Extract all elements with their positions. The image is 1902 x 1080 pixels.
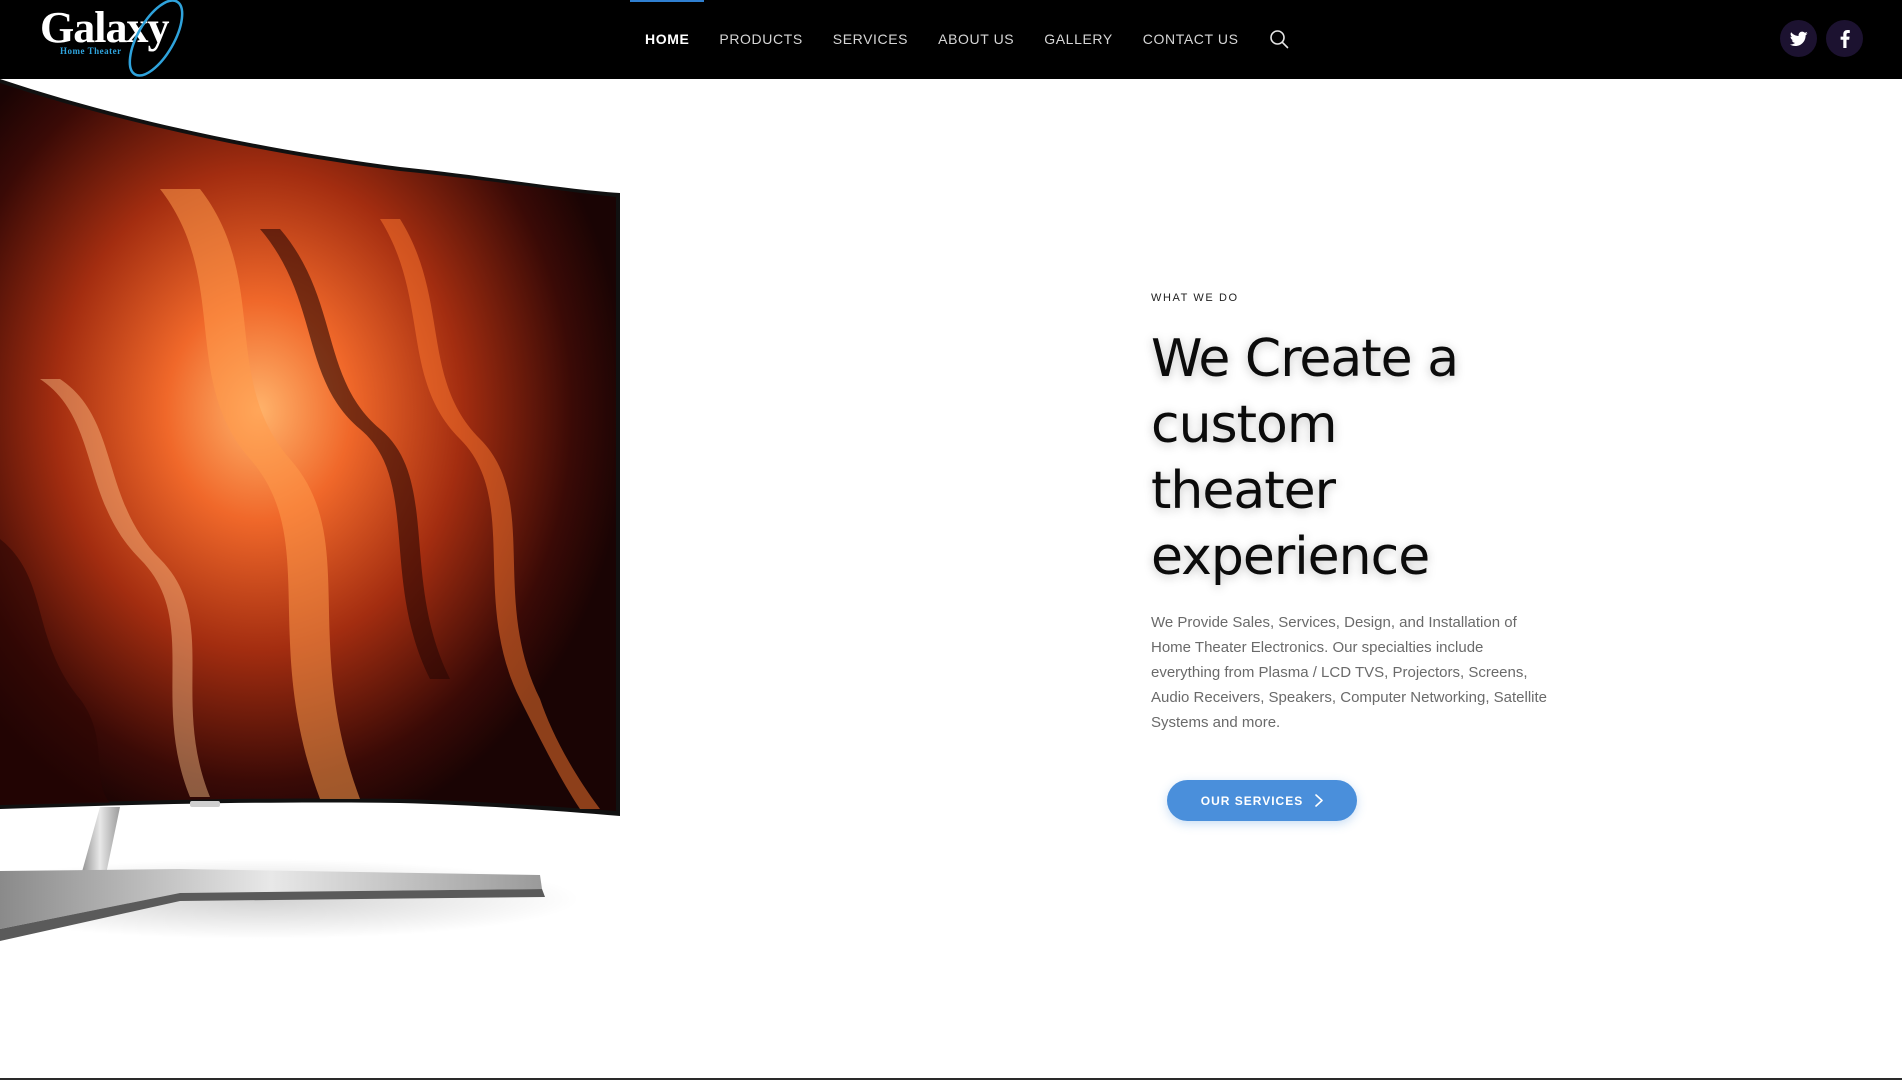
nav-item-services[interactable]: SERVICES [833, 31, 908, 47]
main-navigation: HOME PRODUCTS SERVICES ABOUT US GALLERY … [645, 28, 1289, 50]
nav-item-gallery[interactable]: GALLERY [1044, 31, 1113, 47]
nav-item-home[interactable]: HOME [645, 31, 689, 47]
headline-line-4: experience [1151, 527, 1430, 587]
top-navbar: Galaxy Home Theater HOME PRODUCTS SERVIC… [0, 0, 1902, 79]
logo-wordmark: Galaxy [40, 3, 169, 52]
headline-line-1: We Create a [1151, 329, 1459, 389]
twitter-button[interactable] [1780, 20, 1817, 57]
facebook-icon [1840, 29, 1850, 48]
nav-item-contact-us[interactable]: CONTACT US [1143, 31, 1239, 47]
logo-subtitle: Home Theater [60, 46, 122, 56]
galaxy-home-theater-logo[interactable]: Galaxy Home Theater [36, 0, 196, 79]
section-eyebrow: WHAT WE DO [1151, 292, 1239, 304]
chevron-right-icon [1315, 794, 1324, 807]
hero-content: WHAT WE DO We Create a custom theater ex… [1151, 292, 1571, 735]
nav-item-about-us[interactable]: ABOUT US [938, 31, 1014, 47]
headline-line-3: theater [1151, 461, 1336, 521]
our-services-button-label: OUR SERVICES [1200, 793, 1304, 808]
hero-description: We Provide Sales, Services, Design, and … [1151, 614, 1548, 731]
facebook-button[interactable] [1826, 20, 1863, 57]
headline-line-2: custom [1151, 395, 1338, 455]
nav-active-indicator [630, 0, 704, 2]
nav-item-products[interactable]: PRODUCTS [719, 31, 802, 47]
curved-tv-image [0, 79, 620, 941]
search-icon[interactable] [1269, 29, 1289, 49]
hero-headline: We Create a custom theater experience [1151, 326, 1571, 590]
our-services-button[interactable]: OUR SERVICES [1167, 780, 1357, 821]
twitter-icon [1789, 31, 1808, 46]
